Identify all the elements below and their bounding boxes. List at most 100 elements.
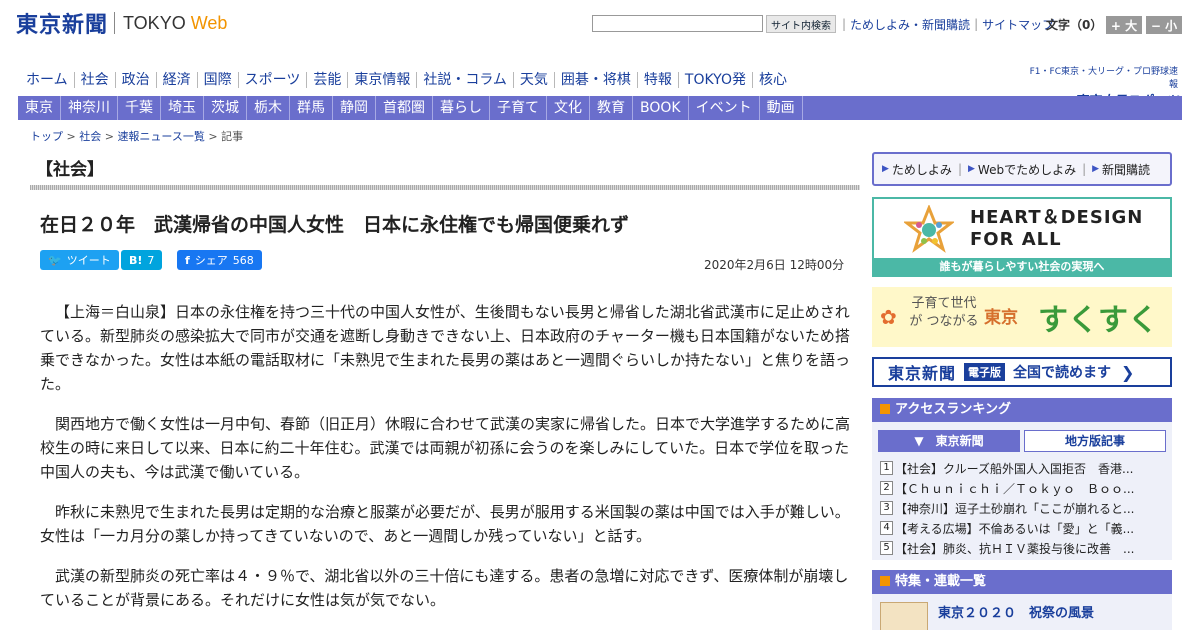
subnav-item[interactable]: 首都圏: [376, 96, 433, 120]
text-size-label: 文字（0）: [1046, 18, 1103, 32]
facebook-share-label: シェア: [194, 254, 228, 267]
nav-international[interactable]: 国際: [196, 72, 238, 88]
sukusuku-title: すくすく: [1038, 303, 1158, 338]
utility-separator: |: [842, 17, 847, 31]
web-trial-link[interactable]: Webでためしよみ: [978, 161, 1076, 178]
tweet-label: ツイート: [66, 254, 111, 267]
breadcrumb-society[interactable]: 社会: [79, 130, 101, 143]
subnav-item[interactable]: 文化: [547, 96, 590, 120]
subnav-item[interactable]: 千葉: [118, 96, 161, 120]
utility-links: | ためしよみ・新聞購読 | サイトマップ |: [838, 14, 1066, 34]
ranking-item[interactable]: 3 【神奈川】逗子土砂崩れ「ここが崩れると...: [880, 498, 1164, 518]
sukusuku-banner[interactable]: ✿ 子育て世代が つながる 東京 すくすく: [872, 287, 1172, 347]
separator: |: [1082, 162, 1087, 176]
subnav-item[interactable]: 栃木: [247, 96, 290, 120]
ranking-panel: ▼ 東京新聞 地方版記事 1 【社会】クルーズ船外国人入国拒否 香港... 2 【Ｃ…: [872, 422, 1172, 560]
article-paragraph: 昨秋に未熟児で生まれた長男は定期的な治療と服薬が必要だが、長男が服用する米国製の…: [40, 503, 850, 545]
regional-nav: 東京 神奈川 千葉 埼玉 茨城 栃木 群馬 静岡 首都圏 暮らし 子育て 文化 …: [18, 96, 1182, 120]
subnav-item[interactable]: 暮らし: [433, 96, 490, 120]
nav-tokyo-info[interactable]: 東京情報: [347, 72, 416, 88]
tweet-button[interactable]: 🐦 ツイート: [40, 250, 119, 270]
subscribe-link[interactable]: 新聞購読: [1102, 161, 1150, 178]
rank-number: 1: [880, 461, 893, 475]
site-logo[interactable]: 東京新聞 TOKYO Web: [16, 8, 227, 38]
ranking-item[interactable]: 1 【社会】クルーズ船外国人入国拒否 香港...: [880, 458, 1164, 478]
nav-society[interactable]: 社会: [73, 72, 115, 88]
heart-design-footer: 誰もが暮らしやすい社会の実現へ: [874, 258, 1170, 275]
triangle-icon: ▶: [882, 164, 889, 174]
ranking-tab-regional[interactable]: 地方版記事: [1024, 430, 1166, 452]
nav-kakushin[interactable]: 核心: [751, 72, 793, 88]
feature-thumbnail[interactable]: [880, 602, 928, 630]
digital-edition-text: 全国で読めます: [1013, 365, 1112, 381]
heart-design-line-2: FOR ALL: [970, 229, 1062, 250]
facebook-share-button[interactable]: f シェア 568: [177, 250, 262, 270]
nav-politics[interactable]: 政治: [114, 72, 156, 88]
article-title: 在日２０年 武漢帰省の中国人女性 日本に永住権でも帰国便乗れず: [40, 214, 630, 236]
heart-design-emblem-icon: [904, 205, 954, 253]
logo-web: Web: [190, 12, 228, 33]
nav-weather[interactable]: 天気: [512, 72, 554, 88]
square-bullet-icon: [880, 404, 890, 414]
trial-subscribe-link[interactable]: ためしよみ・新聞購読: [850, 16, 970, 33]
article-body: 【上海＝白山泉】日本の永住権を持つ三十代の中国人女性が、生後間もない長男と帰省し…: [40, 300, 852, 628]
ranking-heading-text: アクセスランキング: [895, 402, 1011, 417]
subnav-item[interactable]: 子育て: [490, 96, 547, 120]
digital-edition-banner[interactable]: 東京新聞 電子版 全国で読めます ❯: [872, 357, 1172, 387]
site-search-input[interactable]: [592, 15, 763, 32]
nav-home[interactable]: ホーム: [18, 72, 74, 88]
nav-sports[interactable]: スポーツ: [237, 72, 307, 88]
subnav-item[interactable]: 群馬: [290, 96, 333, 120]
breadcrumb-current: 記事: [221, 130, 244, 143]
nav-tokuho[interactable]: 特報: [636, 72, 678, 88]
publish-date: 2020年2月6日 12時00分: [704, 258, 845, 272]
hatena-bookmark-button[interactable]: B! 7: [121, 250, 163, 270]
ranking-item[interactable]: 4 【考える広場】不倫あるいは「愛」と「義...: [880, 518, 1164, 538]
ranking-item-text: 【社会】肺炎、抗ＨＩＶ薬投与後に改善 ...: [895, 541, 1135, 556]
sukusuku-tokyo: 東京: [984, 308, 1018, 328]
ranking-tab-tokyo[interactable]: ▼ 東京新聞: [878, 430, 1020, 452]
nav-go-shogi[interactable]: 囲碁・将棋: [553, 72, 637, 88]
site-search-button[interactable]: サイト内検索: [766, 15, 836, 33]
subscribe-links-box: ▶ ためしよみ | ▶ Webでためしよみ | ▶ 新聞購読: [872, 152, 1172, 186]
flower-icon: ✿: [880, 305, 897, 329]
nav-entertainment[interactable]: 芸能: [306, 72, 347, 88]
subnav-item[interactable]: 静岡: [333, 96, 376, 120]
subnav-item[interactable]: 埼玉: [161, 96, 204, 120]
ranking-item[interactable]: 2 【Ｃｈｕｎｉｃｈｉ／Ｔｏｋｙｏ Ｂｏｏ...: [880, 478, 1164, 498]
digital-edition-tag: 電子版: [964, 363, 1006, 381]
subnav-item[interactable]: 動画: [760, 96, 803, 120]
ranking-item[interactable]: 5 【社会】肺炎、抗ＨＩＶ薬投与後に改善 ...: [880, 538, 1164, 558]
subnav-item[interactable]: BOOK: [633, 96, 689, 120]
trial-link[interactable]: ためしよみ: [892, 161, 952, 178]
article-paragraph: 【上海＝白山泉】日本の永住権を持つ三十代の中国人女性が、生後間もない長男と帰省し…: [40, 303, 851, 393]
chevron-right-icon: ❯: [1121, 362, 1135, 382]
nav-editorial[interactable]: 社説・コラム: [416, 72, 513, 88]
facebook-share-count: 568: [232, 253, 254, 267]
subnav-item[interactable]: 神奈川: [61, 96, 118, 120]
nav-economy[interactable]: 経済: [155, 72, 197, 88]
digital-edition-logo: 東京新聞: [888, 364, 957, 383]
ranking-item-text: 【神奈川】逗子土砂崩れ「ここが崩れると...: [895, 501, 1135, 516]
heart-design-title: HEART＆DESIGN FOR ALL: [970, 207, 1143, 251]
subnav-item[interactable]: 教育: [590, 96, 633, 120]
article-section: 【社会】: [36, 160, 104, 180]
text-size-up-button[interactable]: + 大: [1106, 16, 1142, 34]
subnav-item[interactable]: 茨城: [204, 96, 247, 120]
heart-design-line-1: HEART＆DESIGN: [970, 207, 1144, 228]
feature-title-link[interactable]: 東京２０２０ 祝祭の風景: [938, 602, 1094, 621]
rank-number: 2: [880, 481, 893, 495]
breadcrumb-news-list[interactable]: 速報ニュース一覧: [117, 130, 204, 143]
nav-tokyo-hatsu[interactable]: TOKYO発: [677, 72, 752, 88]
rank-number: 4: [880, 521, 893, 535]
heart-design-banner[interactable]: HEART＆DESIGN FOR ALL 誰もが暮らしやすい社会の実現へ: [872, 197, 1172, 277]
text-size-down-button[interactable]: − 小: [1146, 16, 1182, 34]
subnav-item[interactable]: 東京: [18, 96, 61, 120]
hatena-count: 7: [147, 253, 155, 267]
sitemap-link[interactable]: サイトマップ: [982, 16, 1054, 33]
breadcrumb-top[interactable]: トップ: [30, 130, 63, 143]
logo-japanese: 東京新聞: [16, 12, 109, 38]
article-paragraph: 武漢の新型肺炎の死亡率は４・９％で、湖北省以外の三十倍にも達する。患者の急増に対…: [40, 567, 849, 609]
subnav-item[interactable]: イベント: [689, 96, 760, 120]
logo-tokyo: TOKYO: [123, 12, 186, 33]
